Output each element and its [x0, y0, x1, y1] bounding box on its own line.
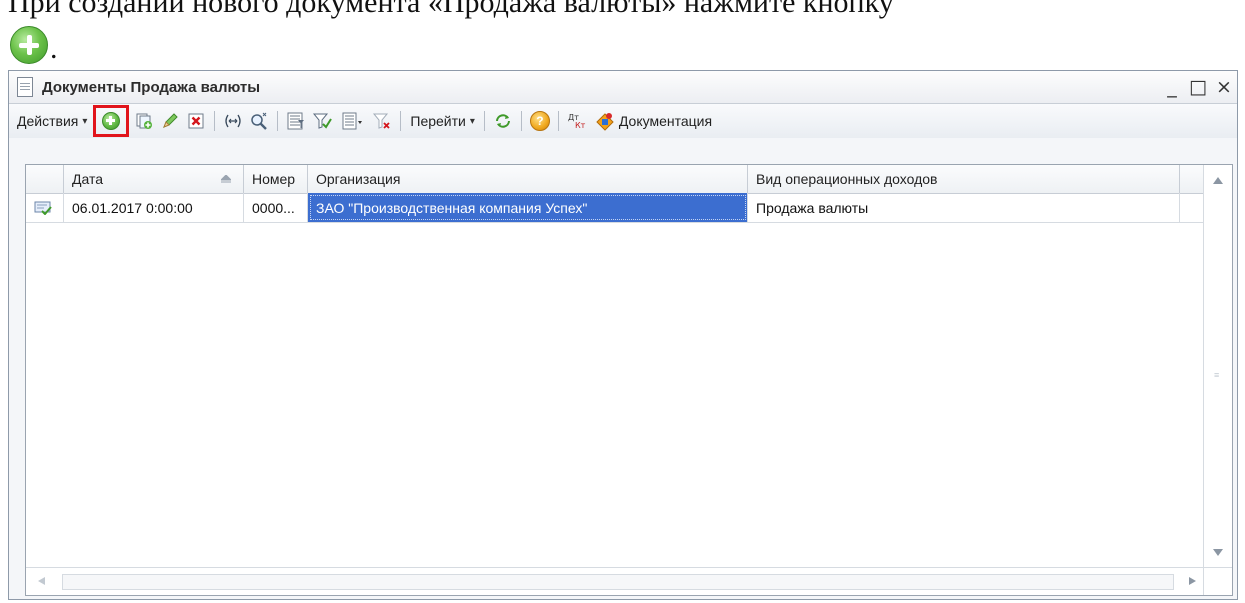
column-header-date[interactable]: Дата — [64, 165, 244, 193]
search-icon — [251, 112, 268, 130]
chevron-down-icon: ▾ — [469, 115, 475, 127]
toolbar-separator — [277, 111, 279, 131]
documents-table: Дата Номер Организация Вид операционных … — [25, 164, 1233, 596]
column-header-label: Вид операционных доходов — [756, 171, 938, 187]
refresh-button[interactable] — [492, 110, 514, 132]
edit-icon — [163, 113, 179, 128]
date-cell: 06.01.2017 0:00:00 — [64, 193, 244, 222]
list-content: Дата Номер Организация Вид операционных … — [9, 138, 1237, 599]
scroll-thumb[interactable]: ≡ — [1214, 370, 1219, 380]
window-title: Документы Продажа валюты — [42, 78, 261, 96]
scroll-left-icon[interactable] — [38, 577, 45, 585]
clear-filter-button[interactable] — [371, 110, 393, 132]
column-header-organization[interactable]: Организация — [308, 165, 748, 193]
filter-list-button[interactable] — [337, 110, 367, 132]
posted-document-icon — [34, 201, 52, 215]
copy-icon — [136, 113, 153, 129]
help-icon: ? — [529, 111, 550, 131]
column-header-income-type[interactable]: Вид операционных доходов — [748, 165, 1180, 193]
help-button[interactable]: ? — [529, 110, 551, 132]
income-type-cell: Продажа валюты — [748, 193, 1180, 222]
goto-menu[interactable]: Перейти ▾ — [406, 113, 479, 129]
row-status-cell — [26, 193, 64, 222]
filter-by-value-button[interactable] — [311, 110, 333, 132]
table-header: Дата Номер Организация Вид операционных … — [26, 165, 1232, 194]
edit-button[interactable] — [159, 110, 181, 132]
add-icon — [10, 26, 48, 64]
filter-value-icon — [313, 113, 333, 129]
vertical-scrollbar[interactable]: ≡ — [1203, 165, 1232, 568]
toolbar-separator — [214, 111, 216, 131]
toolbar-separator — [400, 111, 402, 131]
toolbar-separator — [483, 111, 485, 131]
sort-ascending-icon — [221, 175, 231, 183]
goto-label: Перейти — [410, 113, 466, 129]
add-button[interactable] — [93, 105, 130, 137]
add-icon — [102, 112, 121, 130]
column-header-number[interactable]: Номер — [244, 165, 308, 193]
dtkt-icon: Дт Кт — [568, 113, 586, 130]
clear-filter-icon — [373, 113, 391, 129]
interval-icon — [225, 114, 242, 128]
scroll-down-icon[interactable] — [1213, 549, 1223, 556]
document-text-line: При создании нового документа «Продажа в… — [8, 0, 894, 19]
title-bar: Документы Продажа валюты _ □ × — [9, 71, 1237, 104]
actions-menu[interactable]: Действия ▾ — [13, 113, 91, 129]
dtkt-button[interactable]: Дт Кт — [566, 110, 588, 132]
scroll-right-icon[interactable] — [1189, 577, 1196, 585]
chevron-down-icon: ▾ — [82, 115, 88, 127]
horizontal-scrollbar[interactable] — [26, 567, 1204, 595]
copy-button[interactable] — [133, 110, 155, 132]
header-icon-column — [26, 165, 64, 193]
filter-settings-button[interactable] — [285, 110, 307, 132]
toolbar: Действия ▾ Перейти ▾ ? Дт Кт Документаци… — [9, 104, 1237, 139]
documents-window: Документы Продажа валюты _ □ × Действия … — [8, 70, 1238, 600]
minimize-button[interactable]: _ — [1159, 74, 1185, 100]
document-icon — [17, 77, 33, 97]
column-header-label: Номер — [252, 171, 296, 187]
scrollbar-corner — [1203, 567, 1232, 595]
toolbar-separator — [557, 111, 559, 131]
number-cell: 0000... — [244, 193, 308, 222]
column-header-label: Организация — [316, 171, 401, 187]
document-line-2: . — [10, 18, 58, 64]
document-period: . — [50, 32, 58, 65]
interval-button[interactable] — [222, 110, 244, 132]
search-button[interactable] — [248, 110, 270, 132]
svg-text:Кт: Кт — [575, 121, 586, 130]
filter-dropdown-icon — [342, 112, 363, 130]
organization-cell: ЗАО "Производственная компания Успех" — [308, 193, 748, 222]
delete-icon — [188, 113, 204, 129]
filter-icon — [287, 112, 305, 130]
maximize-button[interactable]: □ — [1185, 74, 1211, 100]
documentation-icon — [596, 113, 614, 131]
table-row[interactable]: 06.01.2017 0:00:00 0000... ЗАО "Производ… — [26, 193, 1232, 223]
refresh-icon — [495, 114, 510, 128]
documentation-label: Документация — [618, 113, 713, 129]
documentation-button[interactable]: Документация — [590, 111, 716, 131]
close-button[interactable]: × — [1211, 74, 1237, 100]
actions-label: Действия — [17, 113, 79, 129]
delete-button[interactable] — [185, 110, 207, 132]
scroll-thumb[interactable] — [62, 574, 1174, 590]
scroll-up-icon[interactable] — [1213, 177, 1223, 184]
column-header-label: Дата — [72, 171, 104, 187]
toolbar-separator — [520, 111, 522, 131]
